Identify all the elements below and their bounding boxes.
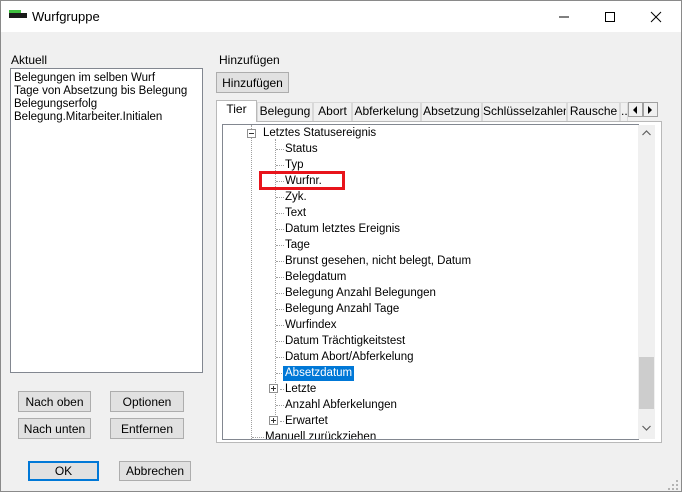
tab-schluesselzahlen[interactable]: Schlüsselzahlen: [482, 102, 567, 121]
tree-node-parent[interactable]: Letztes Statusereignis: [263, 126, 376, 141]
arrow-left-icon: [633, 106, 637, 114]
tree-scrollbar[interactable]: [638, 125, 655, 439]
tab-belegung[interactable]: Belegung: [257, 102, 313, 121]
current-list[interactable]: Belegungen im selben Wurf Tage von Abset…: [10, 68, 203, 373]
list-item[interactable]: Belegung.Mitarbeiter.Initialen: [14, 111, 162, 123]
tree-node[interactable]: Letzte: [285, 382, 316, 397]
current-label: Aktuell: [11, 53, 48, 67]
tab-absetzung[interactable]: Absetzung: [421, 102, 482, 121]
list-item[interactable]: Tage von Absetzung bis Belegung: [14, 85, 187, 97]
app-icon: [9, 10, 27, 18]
list-item[interactable]: Belegungserfolg: [14, 98, 97, 110]
tab-scroll-left-button[interactable]: [628, 102, 643, 117]
expand-toggle[interactable]: [269, 384, 278, 393]
minimize-button[interactable]: [541, 1, 587, 32]
cancel-button[interactable]: Abbrechen: [119, 461, 191, 481]
remove-button[interactable]: Entfernen: [110, 418, 184, 439]
move-down-button[interactable]: Nach unten: [18, 418, 91, 439]
expand-toggle[interactable]: [269, 416, 278, 425]
resize-grip-icon[interactable]: [667, 479, 679, 491]
dialog-window: Wurfgruppe Aktuell Belegungen im selben …: [0, 0, 682, 492]
tab-rausche[interactable]: Rausche: [567, 102, 620, 121]
tree-node[interactable]: Erwartet: [285, 414, 328, 429]
maximize-icon: [605, 12, 615, 22]
options-button[interactable]: Optionen: [110, 391, 184, 412]
tree-node[interactable]: Datum Trächtigkeitstest: [285, 334, 405, 349]
list-item[interactable]: Belegungen im selben Wurf: [14, 72, 155, 84]
tree-node[interactable]: Wurfindex: [285, 318, 337, 333]
tree-node[interactable]: Datum letztes Ereignis: [285, 222, 400, 237]
annotation-highlight-box: [259, 171, 345, 190]
tab-abferkelung[interactable]: Abferkelung: [352, 102, 421, 121]
tree-node-root[interactable]: Manuell zurückziehen: [265, 430, 376, 439]
tree-node[interactable]: Status: [285, 142, 318, 157]
add-button[interactable]: Hinzufügen: [216, 72, 289, 93]
tree-node[interactable]: Belegung Anzahl Tage: [285, 302, 399, 317]
collapse-toggle[interactable]: [247, 129, 256, 138]
tree-node[interactable]: Datum Abort/Abferkelung: [285, 350, 414, 365]
tree-node[interactable]: Anzahl Abferkelungen: [285, 398, 397, 413]
add-group-label: Hinzufügen: [219, 53, 280, 67]
minimize-icon: [559, 16, 569, 18]
scroll-up-icon[interactable]: [642, 130, 651, 136]
move-up-button[interactable]: Nach oben: [18, 391, 91, 412]
tree-node[interactable]: Brunst gesehen, nicht belegt, Datum: [285, 254, 471, 269]
tree-guide-line: [251, 125, 252, 439]
window-title: Wurfgruppe: [32, 9, 100, 24]
tab-more[interactable]: ...: [620, 102, 628, 121]
close-icon: [650, 11, 662, 23]
tree-node[interactable]: Zyk.: [285, 190, 307, 205]
tree-node[interactable]: Belegdatum: [285, 270, 346, 285]
tree-node-selected[interactable]: Absetzdatum: [283, 366, 355, 381]
tree-node[interactable]: Tage: [285, 238, 310, 253]
arrow-right-icon: [648, 106, 652, 114]
scroll-thumb[interactable]: [639, 357, 654, 409]
tab-scroll-right-button[interactable]: [643, 102, 658, 117]
tree-node[interactable]: Belegung Anzahl Belegungen: [285, 286, 436, 301]
maximize-button[interactable]: [587, 1, 633, 32]
title-bar: Wurfgruppe: [1, 1, 681, 32]
scroll-down-icon[interactable]: [642, 425, 651, 431]
ok-button[interactable]: OK: [28, 461, 99, 481]
tab-strip: Tier Belegung Abort Abferkelung Absetzun…: [216, 100, 662, 122]
tab-abort[interactable]: Abort: [313, 102, 352, 121]
tab-tier[interactable]: Tier: [216, 100, 257, 122]
close-button[interactable]: [633, 1, 679, 32]
tree-node[interactable]: Text: [285, 206, 306, 221]
